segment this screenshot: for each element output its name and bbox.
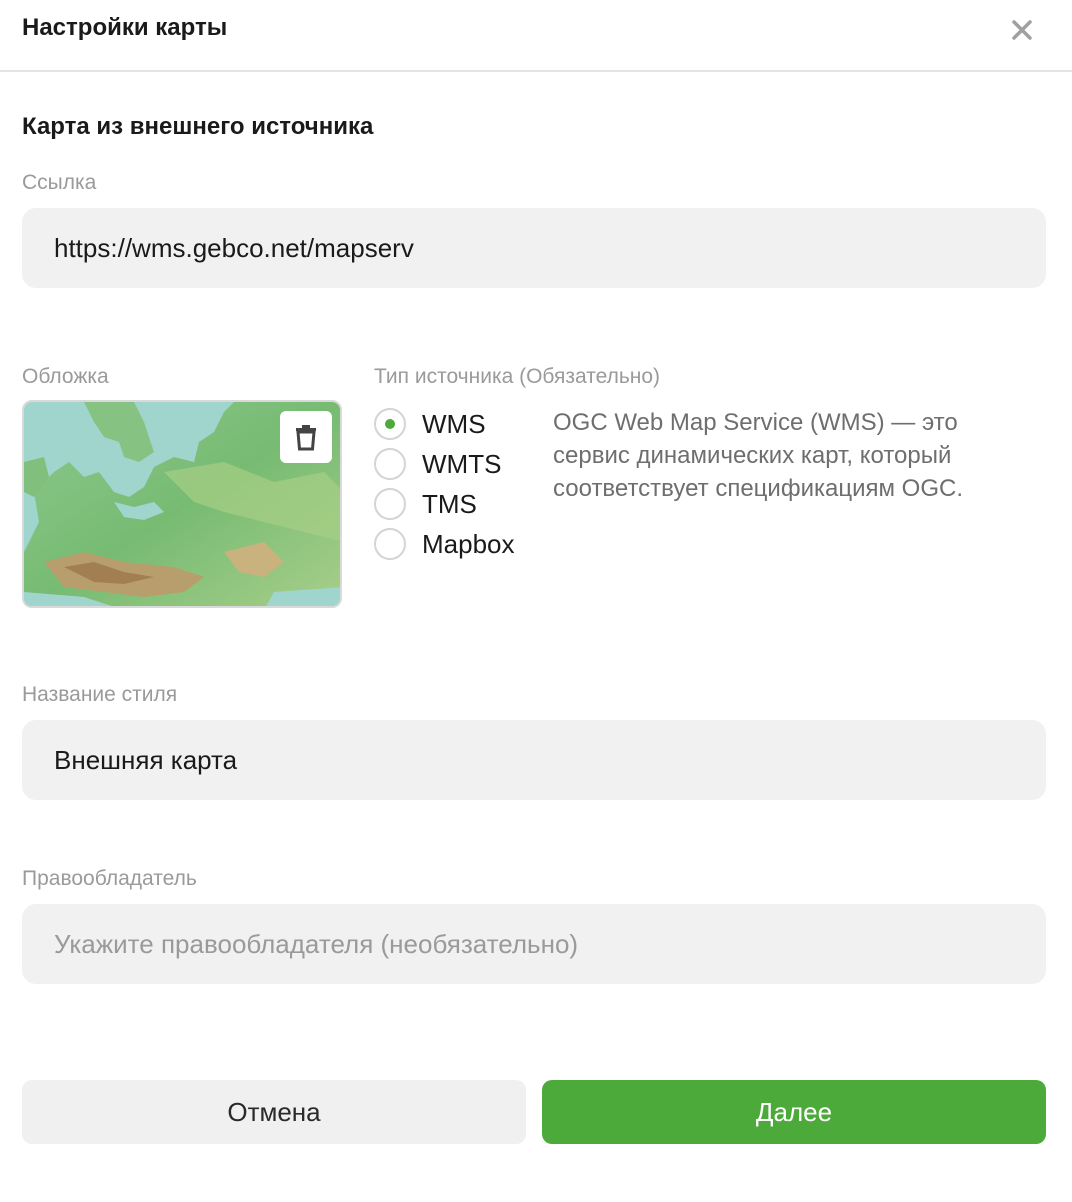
close-icon — [1012, 20, 1032, 40]
dialog-header: Настройки карты — [0, 0, 1072, 72]
cancel-button[interactable]: Отмена — [22, 1080, 526, 1144]
dialog-title: Настройки карты — [22, 14, 228, 41]
radio-button[interactable] — [374, 488, 406, 520]
radio-option-mapbox[interactable]: Mapbox — [374, 524, 515, 564]
cover-label: Обложка — [22, 365, 109, 388]
next-button[interactable]: Далее — [542, 1080, 1046, 1144]
delete-cover-button[interactable] — [280, 411, 332, 463]
radio-option-wms[interactable]: WMS — [374, 404, 515, 444]
radio-option-tms[interactable]: TMS — [374, 484, 515, 524]
copyright-input[interactable]: Укажите правообладателя (необязательно) — [22, 904, 1046, 984]
radio-label: TMS — [422, 488, 477, 519]
link-label: Ссылка — [22, 171, 97, 194]
radio-label: WMS — [422, 408, 486, 439]
radio-option-wmts[interactable]: WMTS — [374, 444, 515, 484]
section-title: Карта из внешнего источника — [22, 113, 374, 140]
radio-label: WMTS — [422, 448, 502, 479]
source-description: OGC Web Map Service (WMS) — это сервис д… — [553, 409, 964, 502]
cover-image — [22, 400, 342, 608]
style-name-label: Название стиля — [22, 683, 178, 706]
close-button[interactable] — [1004, 12, 1040, 48]
style-name-input[interactable]: Внешняя карта — [22, 720, 1046, 800]
trash-icon — [296, 425, 316, 451]
source-type-radio-group: WMS WMTS TMS Mapbox — [374, 404, 515, 564]
radio-label: Mapbox — [422, 528, 515, 559]
radio-selected-dot — [385, 419, 395, 429]
source-type-label: Тип источника (Обязательно) — [374, 365, 661, 388]
radio-button[interactable] — [374, 528, 406, 560]
radio-button[interactable] — [374, 448, 406, 480]
copyright-label: Правообладатель — [22, 867, 197, 890]
map-settings-dialog: Настройки карты Карта из внешнего источн… — [0, 0, 1072, 1202]
link-input[interactable]: https://wms.gebco.net/mapserv — [22, 208, 1046, 288]
radio-button[interactable] — [374, 408, 406, 440]
